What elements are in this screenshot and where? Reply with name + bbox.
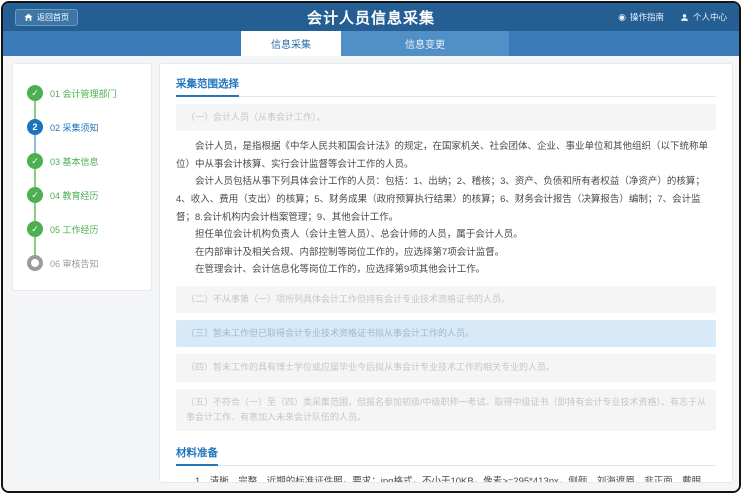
step-item-basic-info[interactable]: 03 基本信息 xyxy=(27,144,141,178)
step-label: 会计管理部门 xyxy=(63,89,117,99)
materials-section-header: 材料准备 xyxy=(176,443,716,466)
main-panel: 采集范围选择 （一）会计人员（从事会计工作）。 会计人员，是指根据《中华人民共和… xyxy=(159,63,733,483)
step-done-check-icon xyxy=(27,153,43,169)
step-item-education[interactable]: 04 教育经历 xyxy=(27,178,141,212)
step-current-badge: 2 xyxy=(27,119,43,135)
step-num: 01 xyxy=(50,89,60,99)
content-area: 01 会计管理部门 2 02 采集须知 03 基本信息 04 教育经历 05 工… xyxy=(3,56,739,491)
step-pending-icon xyxy=(27,255,43,271)
step-done-check-icon xyxy=(27,221,43,237)
scope-option-5[interactable]: （五）不符合（一）至（四）类采集范围，但报名参加初级/中级职称一考试、取得中级证… xyxy=(176,389,716,432)
home-icon xyxy=(24,13,33,22)
scope-option-3-selected[interactable]: （三）暂未工作但已取得会计专业技术资格证书拟从事会计工作的人员。 xyxy=(176,320,716,347)
app-window: 返回首页 会计人员信息采集 ◉ 操作指南 个人中心 信息采集 信息变更 01 会… xyxy=(1,1,741,493)
step-sidebar: 01 会计管理部门 2 02 采集须知 03 基本信息 04 教育经历 05 工… xyxy=(12,63,152,291)
step-item-review-notice[interactable]: 06 审核告知 xyxy=(27,246,141,280)
materials-section-title: 材料准备 xyxy=(176,445,218,466)
header-actions: ◉ 操作指南 个人中心 xyxy=(618,11,727,23)
step-done-check-icon xyxy=(27,85,43,101)
step-num: 06 xyxy=(50,259,60,269)
back-home-button[interactable]: 返回首页 xyxy=(15,9,78,26)
step-item-collection-notice[interactable]: 2 02 采集须知 xyxy=(27,110,141,144)
scope-option-2[interactable]: （二）不从事第（一）项所列具体会计工作但持有会计专业技术资格证书的人员。 xyxy=(176,286,716,313)
tab-bar: 信息采集 信息变更 xyxy=(3,31,739,56)
back-home-label: 返回首页 xyxy=(37,12,69,23)
step-num: 03 xyxy=(50,157,60,167)
step-label: 采集须知 xyxy=(63,123,99,133)
step-num: 05 xyxy=(50,225,60,235)
personal-center-label: 个人中心 xyxy=(693,11,727,23)
scope-section-title: 采集范围选择 xyxy=(176,76,239,97)
scope-note-1: 担任单位会计机构负责人（会计主管人员）、总会计师的人员，属于会计人员。 xyxy=(176,226,716,244)
guide-icon: ◉ xyxy=(618,13,626,22)
personal-center-link[interactable]: 个人中心 xyxy=(680,11,727,23)
scope-note-2: 在内部审计及相关合规、内部控制等岗位工作的，应选择第7项会计监督。 xyxy=(176,244,716,262)
user-icon xyxy=(680,13,689,22)
scope-option-1[interactable]: （一）会计人员（从事会计工作）。 xyxy=(176,104,716,131)
step-label: 工作经历 xyxy=(63,225,99,235)
step-item-work-history[interactable]: 05 工作经历 xyxy=(27,212,141,246)
guide-label: 操作指南 xyxy=(630,11,664,23)
tab-info-change[interactable]: 信息变更 xyxy=(341,31,509,56)
step-item-accounting-dept[interactable]: 01 会计管理部门 xyxy=(27,76,141,110)
tab-info-collect[interactable]: 信息采集 xyxy=(241,31,341,56)
scope-paragraph-definition: 会计人员，是指根据《中华人民共和国会计法》的规定，在国家机关、社会团体、企业、事… xyxy=(176,138,716,173)
scope-section-header: 采集范围选择 xyxy=(176,74,716,97)
scope-paragraph-includes: 会计人员包括从事下列具体会计工作的人员：包括：1、出纳；2、稽核；3、资产、负债… xyxy=(176,173,716,226)
step-label: 审核告知 xyxy=(63,259,99,269)
top-header: 返回首页 会计人员信息采集 ◉ 操作指南 个人中心 xyxy=(3,3,739,31)
scope-option-4[interactable]: （四）暂未工作的具有博士学位或应届毕业今后拟从事会计专业技术工作的相关专业的人员… xyxy=(176,354,716,381)
scope-note-3: 在管理会计、会计信息化等岗位工作的，应选择第9项其他会计工作。 xyxy=(176,261,716,279)
step-num: 04 xyxy=(50,191,60,201)
step-label: 基本信息 xyxy=(63,157,99,167)
guide-link[interactable]: ◉ 操作指南 xyxy=(618,11,664,23)
material-item-photo: 1、清晰、完整、近期的标准证件照。要求：jpg格式，不小于10KB，像素>=29… xyxy=(176,473,716,483)
step-done-check-icon xyxy=(27,187,43,203)
step-num: 02 xyxy=(50,123,60,133)
step-label: 教育经历 xyxy=(63,191,99,201)
